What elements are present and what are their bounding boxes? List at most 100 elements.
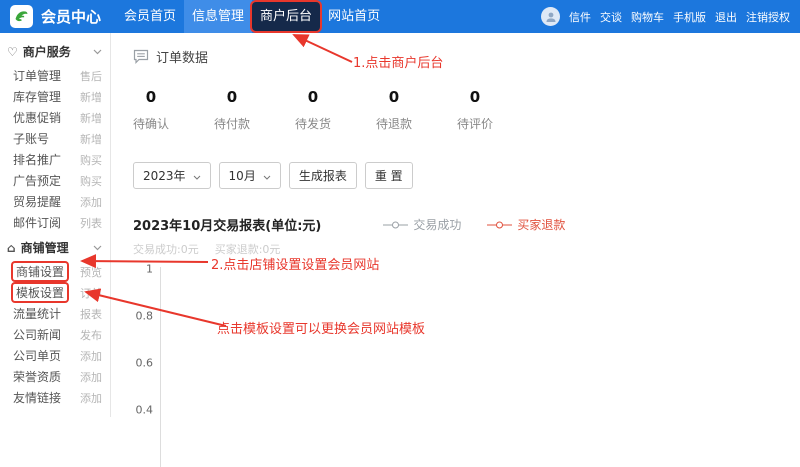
legend-label: 买家退款	[517, 216, 565, 233]
sidebar-item-1-4[interactable]: 子账号 新增	[0, 128, 110, 149]
topbar-right: 信件交谈购物车手机版退出注销授权	[541, 7, 800, 26]
sidebar-item-label: 子账号	[13, 130, 49, 147]
sidebar-item-1-3[interactable]: 优惠促销 新增	[0, 107, 110, 128]
chart-total-1: 交易成功:0元	[133, 241, 199, 257]
sidebar-item-1-7[interactable]: 贸易提醒 添加	[0, 191, 110, 212]
person-icon	[545, 11, 557, 23]
y-axis-tick: 1	[133, 263, 153, 276]
generate-report-button[interactable]: 生成报表	[289, 162, 357, 189]
sidebar-item-tag[interactable]: 添加	[80, 369, 102, 385]
topbar-link-1[interactable]: 信件	[569, 9, 591, 25]
sidebar-item-tag[interactable]: 新增	[80, 131, 102, 147]
legend-label: 交易成功	[413, 216, 461, 233]
legend-item-2[interactable]: 买家退款	[487, 216, 565, 233]
sidebar-item-tag[interactable]: 新增	[80, 110, 102, 126]
y-axis-tick: 0.8	[133, 310, 153, 323]
annotation-note-1: 1.点击商户后台	[353, 52, 443, 71]
sidebar-item-label: 订单管理	[13, 67, 61, 84]
stat-item-1: 0 待确认	[133, 88, 169, 132]
chart-title: 2023年10月交易报表(单位:元)	[133, 215, 321, 234]
topbar-link-2[interactable]: 交谈	[600, 9, 622, 25]
sidebar-item-tag[interactable]: 新增	[80, 89, 102, 105]
sidebar-item-label: 优惠促销	[13, 109, 61, 126]
sidebar-item-tag[interactable]: 预览	[80, 264, 102, 280]
sidebar-item-label: 友情链接	[13, 389, 61, 406]
sidebar-item-tag[interactable]: 添加	[80, 390, 102, 406]
topbar-link-6[interactable]: 注销授权	[746, 9, 790, 25]
sidebar-item-tag[interactable]: 订单	[80, 285, 102, 301]
sidebar-item-1-2[interactable]: 库存管理 新增	[0, 86, 110, 107]
sidebar-item-1-5[interactable]: 排名推广购买	[0, 149, 110, 170]
stat-value: 0	[133, 88, 169, 106]
stat-label: 待退款	[376, 115, 412, 132]
service-icon: ♡	[7, 46, 18, 58]
reset-button[interactable]: 重 置	[365, 162, 413, 189]
chart-legend: 交易成功 买家退款	[383, 216, 565, 233]
sidebar-item-tag[interactable]: 售后	[80, 68, 102, 84]
sidebar-item-label: 广告预定	[13, 172, 61, 189]
sidebar-item-tag[interactable]: 购买	[80, 173, 102, 189]
sidebar-item-1-8[interactable]: 邮件订阅列表	[0, 212, 110, 233]
sidebar-item-label: 库存管理	[13, 88, 61, 105]
sidebar-item-2-5[interactable]: 公司单页 添加	[0, 345, 110, 366]
sidebar-item-2-1[interactable]: 商铺设置预览	[0, 261, 110, 282]
topbar-link-3[interactable]: 购物车	[631, 9, 664, 25]
sidebar-item-1-1[interactable]: 订单管理 售后	[0, 65, 110, 86]
topbar-link-5[interactable]: 退出	[715, 9, 737, 25]
annotation-note-2: 2.点击店铺设置设置会员网站	[211, 254, 379, 273]
annotation-note-3: 点击模板设置可以更换会员网站模板	[217, 318, 425, 337]
section-title: 订单数据	[156, 47, 208, 66]
order-stats-row: 0待确认0待付款0待发货0待退款0待评价	[133, 88, 493, 132]
top-nav-item-4[interactable]: 网站首页	[320, 0, 388, 33]
stat-label: 待付款	[214, 115, 250, 132]
stat-value: 0	[376, 88, 412, 106]
topbar-link-4[interactable]: 手机版	[673, 9, 706, 25]
sidebar-section-header-1[interactable]: ♡ 商户服务	[0, 37, 110, 65]
stat-label: 待确认	[133, 115, 169, 132]
year-select[interactable]: 2023年	[133, 162, 211, 189]
logo-swoosh-icon	[13, 8, 30, 25]
month-select[interactable]: 10月	[219, 162, 281, 189]
stat-item-3: 0待发货	[295, 88, 331, 132]
sidebar-item-label: 贸易提醒	[13, 193, 61, 210]
sidebar-item-2-6[interactable]: 荣誉资质 添加	[0, 366, 110, 387]
sidebar-item-label: 模板设置	[13, 284, 67, 301]
chevron-down-icon	[93, 49, 102, 55]
legend-mark-icon	[487, 220, 512, 230]
sidebar-item-label: 公司单页	[13, 347, 61, 364]
order-data-icon	[133, 49, 149, 64]
sidebar-item-tag[interactable]: 列表	[80, 215, 102, 231]
stat-label: 待评价	[457, 115, 493, 132]
sidebar-section-title: 商铺管理	[21, 239, 69, 256]
sidebar-section-header-2[interactable]: ⌂ 商铺管理	[0, 233, 110, 261]
chart-header: 2023年10月交易报表(单位:元) 交易成功 买家退款	[133, 215, 780, 234]
report-filters: 2023年 10月 生成报表 重 置	[133, 162, 780, 189]
sidebar-item-1-6[interactable]: 广告预定 购买	[0, 170, 110, 191]
chevron-down-icon	[93, 245, 102, 251]
top-nav-item-3[interactable]: 商户后台	[252, 2, 320, 31]
stat-value: 0	[457, 88, 493, 106]
sidebar-item-label: 荣誉资质	[13, 368, 61, 385]
sidebar-item-2-7[interactable]: 友情链接 添加	[0, 387, 110, 408]
top-nav-item-2[interactable]: 信息管理	[184, 0, 252, 33]
top-nav-item-1[interactable]: 会员首页	[116, 0, 184, 33]
avatar[interactable]	[541, 7, 560, 26]
sidebar-item-tag[interactable]: 添加	[80, 348, 102, 364]
stat-value: 0	[295, 88, 331, 106]
sidebar-item-tag[interactable]: 购买	[80, 152, 102, 168]
month-select-value: 10月	[229, 167, 256, 184]
sidebar-section-title: 商户服务	[23, 43, 71, 60]
shop-icon: ⌂	[7, 242, 16, 254]
sidebar-item-2-2[interactable]: 模板设置订单	[0, 282, 110, 303]
y-axis-tick: 0.6	[133, 357, 153, 370]
topbar: 会员中心 会员首页信息管理商户后台网站首页 信件交谈购物车手机版退出注销授权	[0, 0, 800, 33]
sidebar-item-tag[interactable]: 报表	[80, 306, 102, 322]
legend-item-1[interactable]: 交易成功	[383, 216, 461, 233]
sidebar-item-2-3[interactable]: 流量统计报表	[0, 303, 110, 324]
sidebar-item-tag[interactable]: 发布	[80, 327, 102, 343]
sidebar-item-tag[interactable]: 添加	[80, 194, 102, 210]
stat-item-2: 0待付款	[214, 88, 250, 132]
chevron-down-icon	[263, 169, 271, 183]
sidebar-item-2-4[interactable]: 公司新闻发布	[0, 324, 110, 345]
y-axis-tick: 0.4	[133, 404, 153, 417]
